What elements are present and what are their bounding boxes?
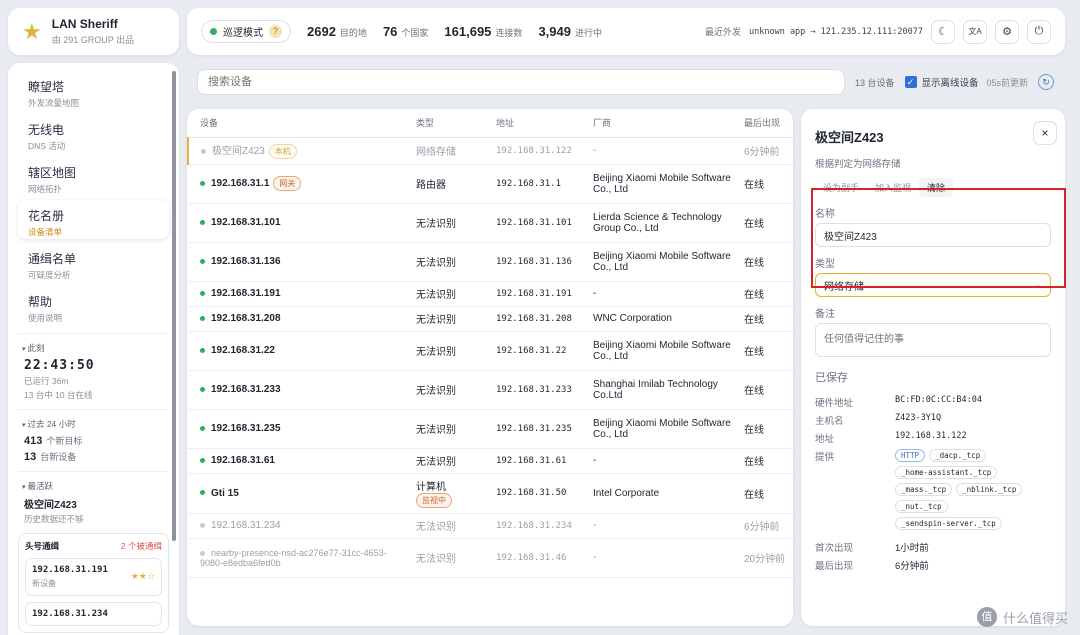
wanted-item[interactable]: 192.168.31.234 [25, 602, 162, 626]
service-badge: _dacp._tcp [929, 449, 987, 462]
mode-toggle[interactable]: 巡逻模式 ? [201, 20, 291, 43]
watermark-logo-icon: 值 [976, 607, 997, 627]
table-row[interactable]: 192.168.31.1 网关 路由器 192.168.31.1 Beijing Xi… [188, 164, 793, 204]
past-24h-header[interactable]: 过去 24 小时 [22, 418, 169, 430]
note-field[interactable]: 任何值得记住的事 [815, 323, 1051, 357]
col-device[interactable]: 设备 [188, 109, 404, 138]
show-offline-checkbox[interactable]: ✓ [904, 76, 917, 88]
sidebar-item-radio[interactable]: 无线电 DNS 活动 [18, 114, 169, 153]
service-badge: _mass._tcp [895, 483, 953, 496]
table-row[interactable]: 极空间Z423 本机 网络存储 192.168.31.122-6分钟前 [187, 137, 793, 165]
service-badge: _nut._tcp [895, 500, 948, 513]
new-devices: 13 台新设备 [24, 451, 77, 463]
top-bar: 巡逻模式 ? 2692 目的地 76 个国家 161,695 连接数 3,949 进行中… [187, 8, 1065, 55]
table-row[interactable]: 192.168.31.191 无法识别 192.168.31.191- 在线 [188, 281, 793, 307]
brand: ★ LAN Sheriff 由 291 GROUP 出品 [8, 8, 179, 55]
service-badge: HTTP [895, 449, 926, 462]
recent-outbound: 最近外发 unknown app → 121.235.12.111:20077 [704, 26, 923, 38]
note-label: 备注 [815, 309, 835, 320]
table-row[interactable]: 192.168.31.61 无法识别 192.168.31.61- 在线 [188, 448, 793, 474]
services-list: HTTP _dacp._tcp _home-assistant._tcp _ma… [895, 449, 1051, 530]
stat-active: 3,949 进行中 [538, 24, 602, 39]
sidebar-item-map[interactable]: 辖区地图 网络拓扑 [18, 157, 169, 196]
rating-stars-icon: ★★☆ [130, 571, 155, 581]
local-badge: 本机 [268, 144, 297, 159]
saved-status: 已保存 [815, 372, 848, 384]
star-logo-icon: ★ [22, 18, 42, 44]
mac-address: BC:FD:0C:CC:B4:04 [895, 395, 982, 405]
device-table: 设备 类型 地址 厂商 最后出现 极空间Z423 本机 网络存储 192.168.3… [187, 109, 793, 626]
sidebar-scrollbar[interactable] [172, 71, 176, 541]
sidebar: 瞭望塔 外发流量地图 无线电 DNS 活动 辖区地图 网络拓扑 花名册 设备清单 通缉名… [8, 63, 179, 635]
hostname: Z423-3Y1Q [895, 413, 942, 423]
online-count: 13 台中 10 台在线 [24, 390, 93, 400]
now-header[interactable]: 此刻 [22, 342, 169, 354]
show-offline-label[interactable]: 显示离线设备 [922, 75, 979, 89]
device-count: 13 台设备 [855, 77, 895, 88]
help-icon[interactable]: ? [269, 25, 282, 38]
table-row[interactable]: Gti 15 计算机 监视中 192.168.31.50 Intel Corpora… [188, 473, 793, 514]
status-dot-icon [210, 28, 217, 35]
gateway-badge: 网关 [273, 176, 302, 191]
device-info: 硬件地址 BC:FD:0C:CC:B4:04 主机名 Z423-3Y1Q 地址 192… [815, 395, 1051, 530]
stat-countries: 76 个国家 [382, 24, 429, 39]
uptime: 已运行 36m [24, 376, 69, 386]
last-seen: 6分钟前 [895, 561, 929, 572]
refresh-icon[interactable]: ↻ [1038, 74, 1055, 90]
stat-connections: 161,695 连接数 [444, 24, 523, 39]
updated-time: 05s前更新 [986, 77, 1029, 88]
new-targets: 413 个新目标 [24, 435, 83, 447]
col-address[interactable]: 地址 [484, 109, 581, 138]
app-subtitle: 由 291 GROUP 出品 [51, 35, 135, 45]
device-detail-panel: 极空间Z423 × 根据判定为网络存储 设为副手 加入监视 清除 名称 极空间Z… [801, 109, 1065, 626]
table-header-row: 设备 类型 地址 厂商 最后出现 [188, 109, 793, 138]
most-active-device[interactable]: 极空间Z423 [18, 496, 169, 511]
wanted-count: 2 个被通缉 [120, 541, 162, 551]
search-input[interactable] [197, 69, 845, 95]
watermark: 值什么值得买 [976, 607, 1068, 627]
service-badge: _nblink._tcp [956, 483, 1023, 496]
table-row[interactable]: 192.168.31.235 无法识别 192.168.31.235 Beijing… [188, 409, 793, 449]
sidebar-item-watchtower[interactable]: 瞭望塔 外发流量地图 [18, 71, 169, 110]
watching-badge: 监视中 [416, 493, 452, 508]
table-row[interactable]: 192.168.31.234 无法识别 192.168.31.234-6分钟前 [188, 513, 793, 539]
table-row[interactable]: 192.168.31.233 无法识别 192.168.31.233 Shangha… [188, 370, 793, 410]
wanted-item[interactable]: 192.168.31.191 新设备 ★★☆ [25, 558, 162, 596]
highlight-box [811, 188, 1066, 288]
clock: 22:43:50 [24, 358, 95, 373]
ip-address: 192.168.31.122 [895, 431, 967, 441]
first-seen: 1小时前 [895, 543, 929, 554]
wanted-panel: 头号通缉 2 个被通缉 192.168.31.191 新设备 ★★☆ 192.16… [18, 533, 169, 633]
recent-outbound-value: unknown app → 121.235.12.111:20077 [749, 26, 923, 37]
most-active-header[interactable]: 最活跃 [22, 480, 169, 492]
col-vendor[interactable]: 厂商 [581, 109, 732, 138]
table-row[interactable]: 192.168.31.208 无法识别 192.168.31.208 WNC Cor… [188, 306, 793, 332]
col-type[interactable]: 类型 [404, 109, 484, 138]
service-badge: _sendspin-server._tcp [895, 517, 1002, 530]
table-row[interactable]: 192.168.31.136 无法识别 192.168.31.136 Beijing… [188, 242, 793, 282]
detail-title: 极空间Z423 [815, 130, 884, 145]
col-last-seen[interactable]: 最后出现 [732, 109, 793, 138]
seen-info: 首次出现 1小时前 最后出现 6分钟前 [815, 540, 1051, 572]
sidebar-item-wanted[interactable]: 通缉名单 可疑度分析 [18, 243, 169, 282]
search-bar: 13 台设备 ✓ 显示离线设备 05s前更新 ↻ [187, 63, 1065, 101]
language-icon[interactable]: 文A [963, 19, 987, 44]
settings-icon[interactable]: ⚙ [995, 19, 1019, 44]
sidebar-item-roster[interactable]: 花名册 设备清单 [18, 200, 169, 239]
table-row[interactable]: 192.168.31.101 无法识别 192.168.31.101 Lierda … [188, 203, 793, 243]
stat-destinations: 2692 目的地 [307, 24, 367, 39]
most-active-note: 历史数据还不够 [24, 514, 84, 524]
app-title: LAN Sheriff [51, 17, 118, 31]
table-row[interactable]: nearby-presence-nsd-ac276e77-31cc-4653-9… [188, 538, 793, 578]
detail-subtitle: 根据判定为网络存储 [815, 159, 901, 170]
close-icon[interactable]: × [1033, 121, 1057, 145]
wanted-title: 头号通缉 [25, 541, 60, 551]
theme-toggle-icon[interactable]: ☾ [931, 19, 955, 44]
sidebar-item-help[interactable]: 帮助 使用说明 [18, 286, 169, 325]
power-icon[interactable]: ⏻ [1027, 19, 1051, 44]
service-badge: _home-assistant._tcp [895, 466, 998, 479]
table-row[interactable]: 192.168.31.22 无法识别 192.168.31.22 Beijing X… [188, 331, 793, 371]
mode-label: 巡逻模式 [223, 28, 263, 39]
